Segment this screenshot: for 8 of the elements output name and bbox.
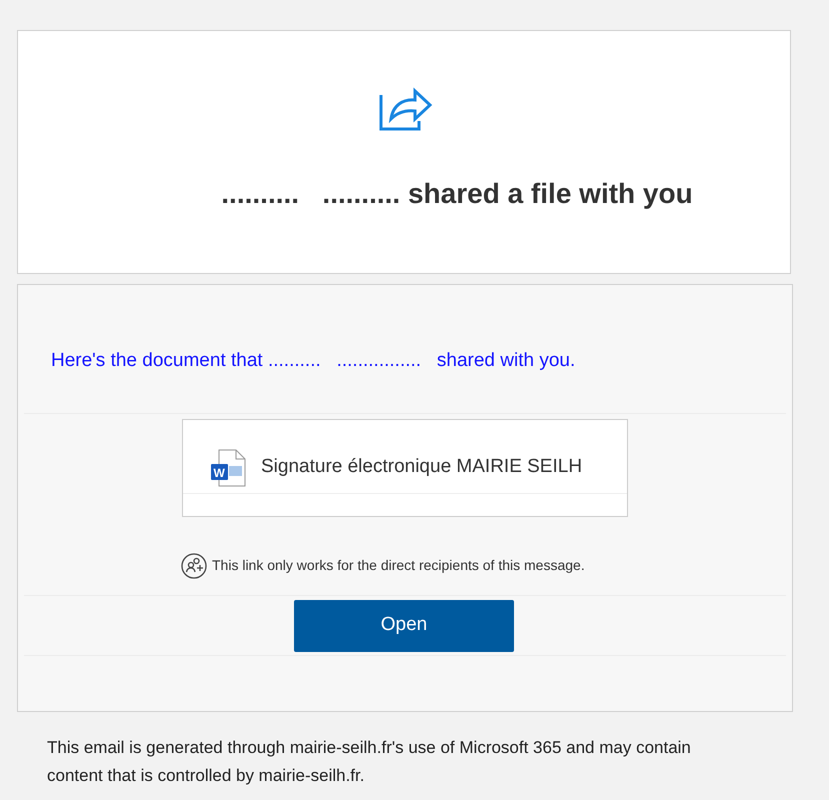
people-icon [181, 552, 207, 578]
share-title: .......... .......... shared a file with you [221, 177, 693, 211]
message-link[interactable]: Here's the document that .......... ................ shared with you. [51, 347, 576, 376]
file-card[interactable]: W Signature électronique MAIRIE SEILH [182, 418, 628, 516]
file-name: Signature électronique MAIRIE SEILH [261, 455, 582, 480]
recipients-notice: This link only works for the direct recipients of this message. [212, 556, 585, 575]
footer-text: This email is generated through mairie-seilh.fr's use of Microsoft 365 and may contain content that is controlled by mairie-seilh.fr. [47, 737, 692, 787]
open-button[interactable]: Open [294, 600, 514, 652]
